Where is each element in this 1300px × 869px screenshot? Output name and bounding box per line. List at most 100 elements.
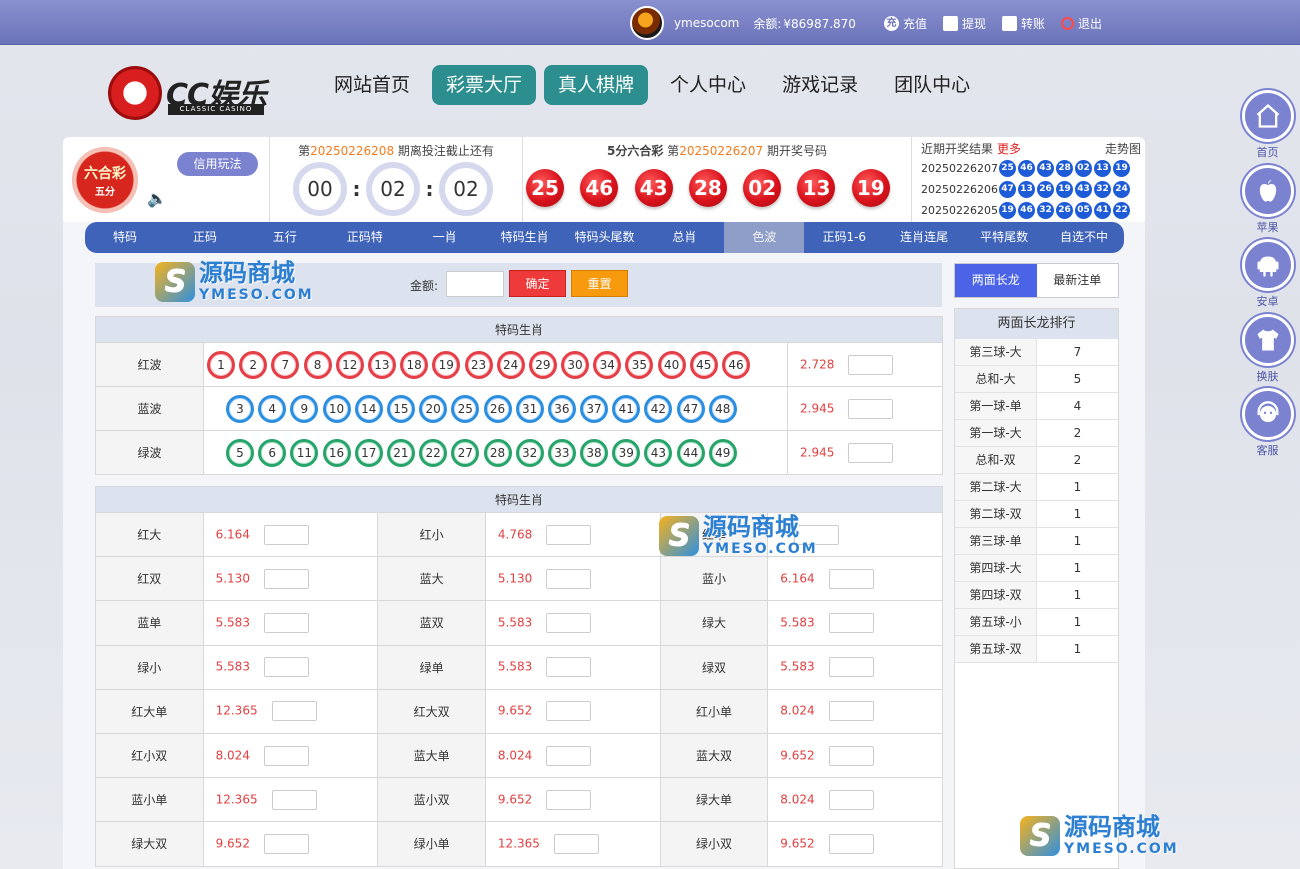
recharge-link[interactable]: 充充值	[883, 15, 927, 32]
recent-rows: 20250226207 25 46 43 28 02 13 19 20250226206 47 13…	[921, 158, 1145, 221]
bet-amount-input[interactable]	[546, 657, 592, 678]
speaker-icon[interactable]: 🔈	[147, 189, 167, 208]
odds-value: 6.164	[780, 571, 815, 586]
withdraw-link[interactable]: 提现	[942, 15, 986, 32]
site-logo[interactable]: CC娱乐 CLASSIC CASINO	[108, 66, 268, 120]
ranking-row: 第五球-双 1	[955, 636, 1118, 663]
bet-amount-input[interactable]	[828, 789, 874, 810]
bet-amount-input[interactable]	[828, 745, 874, 766]
ranking-name: 第五球-双	[955, 636, 1037, 662]
bet-amount-input[interactable]	[271, 789, 317, 810]
odds-value: 2.945	[800, 401, 835, 415]
float-label: 安卓	[1256, 295, 1279, 308]
float-service[interactable]: 客服	[1240, 388, 1295, 463]
bet-amount-input[interactable]	[271, 701, 317, 722]
odds-cell: 5.583	[202, 600, 379, 646]
logo-tagline: CLASSIC CASINO	[168, 104, 264, 115]
transfer-label: 转账	[1020, 16, 1045, 31]
tab-play-type[interactable]: 自选不中	[1044, 222, 1124, 253]
table-title: 特码生肖	[95, 486, 943, 513]
number-ball: 2	[239, 350, 268, 379]
more-link[interactable]: 更多	[997, 142, 1021, 156]
logout-label: 退出	[1077, 16, 1102, 31]
bet-amount-input[interactable]	[848, 442, 894, 463]
bet-amount-input[interactable]	[546, 612, 592, 633]
bet-amount-input[interactable]	[828, 657, 874, 678]
bet-amount-input[interactable]	[263, 657, 309, 678]
bet-amount-input[interactable]	[546, 524, 592, 545]
bet-amount-input[interactable]	[828, 701, 874, 722]
number-ball: 3	[226, 394, 254, 423]
lottery-logo: 六合彩 五分	[72, 147, 138, 213]
odds-value: 5.583	[215, 659, 250, 674]
bet-label: 蓝小	[659, 556, 769, 602]
ranking-count: 1	[1073, 615, 1082, 629]
tab-play-type[interactable]: 正码	[165, 222, 245, 253]
tab-play-type[interactable]: 特码	[85, 222, 165, 253]
colon: :	[352, 177, 361, 201]
float-apple[interactable]: 苹果	[1240, 164, 1295, 240]
ranking-count: 4	[1073, 399, 1082, 413]
nav-team[interactable]: 团队中心	[880, 65, 984, 105]
bet-amount-input[interactable]	[263, 524, 309, 545]
amount-input[interactable]	[446, 271, 504, 297]
tab-play-type[interactable]: 特码头尾数	[565, 222, 645, 253]
bet-amount-input[interactable]	[546, 568, 592, 589]
tab-play-type[interactable]: 总肖	[644, 222, 724, 253]
bet-amount-input[interactable]	[263, 745, 309, 766]
bet-amount-input[interactable]	[263, 612, 309, 633]
bet-amount-input[interactable]	[848, 354, 894, 375]
tab-play-type[interactable]: 正码特	[325, 222, 405, 253]
float-home[interactable]: 首页	[1240, 90, 1295, 165]
number-ball: 23	[464, 350, 493, 379]
logout-link[interactable]: 退出	[1060, 15, 1102, 32]
bet-amount-input[interactable]	[828, 612, 874, 633]
confirm-button[interactable]: 确定	[509, 270, 566, 297]
nav-home[interactable]: 网站首页	[320, 65, 424, 105]
float-android[interactable]: 安卓	[1240, 239, 1295, 314]
bet-amount-input[interactable]	[546, 701, 592, 722]
bet-amount-input[interactable]	[263, 568, 309, 589]
draw-ball: 46	[580, 169, 619, 207]
number-ball: 9	[290, 394, 319, 423]
nav-game-records[interactable]: 游戏记录	[768, 65, 872, 105]
main-nav: 网站首页 彩票大厅 真人棋牌 个人中心 游戏记录 团队中心	[320, 64, 992, 106]
tab-play-type[interactable]: 连肖连尾	[884, 222, 964, 253]
tab-long-dragon[interactable]: 两面长龙	[955, 264, 1037, 297]
table-row: 红大单 12.365 红大双 9.652 红小单 8.024	[95, 688, 943, 734]
ranking-row: 总和-大 5	[955, 366, 1118, 393]
nav-live-casino[interactable]: 真人棋牌	[544, 65, 649, 105]
ranking-row: 第二球-大 1	[955, 474, 1118, 501]
reset-button[interactable]: 重置	[571, 270, 628, 297]
transfer-link[interactable]: 转账	[1001, 15, 1045, 32]
bet-amount-input[interactable]	[546, 789, 592, 810]
ranking-name: 第四球-双	[955, 582, 1037, 608]
tab-latest-bets[interactable]: 最新注单	[1037, 264, 1119, 297]
bet-amount-input[interactable]	[553, 833, 599, 854]
number-ball: 47	[676, 394, 705, 423]
bet-amount-input[interactable]	[848, 398, 894, 419]
tab-play-type[interactable]: 正码1-6	[804, 222, 884, 253]
android-icon	[1241, 239, 1294, 291]
tab-play-type[interactable]: 一肖	[405, 222, 485, 253]
nav-lottery[interactable]: 彩票大厅	[432, 65, 537, 105]
trend-link[interactable]: 走势图	[1105, 140, 1141, 158]
number-ball: 17	[354, 438, 383, 467]
bet-amount-input[interactable]	[263, 833, 309, 854]
tab-play-type[interactable]: 色波	[724, 222, 805, 253]
bet-amount-input[interactable]	[546, 745, 592, 766]
tab-play-type[interactable]: 特码生肖	[485, 222, 565, 253]
ranking-name: 第三球-大	[955, 339, 1037, 365]
draw-period: 20250226207	[679, 144, 764, 158]
bet-label: 绿单	[377, 644, 486, 690]
bet-amount-input[interactable]	[828, 568, 874, 589]
wave-balls: 1 2 7 8 12 13 18 19 23 24 29 30 34 35 40 45 46	[203, 342, 788, 387]
nav-profile[interactable]: 个人中心	[656, 65, 760, 105]
headset-icon	[1241, 388, 1294, 440]
tab-play-type[interactable]: 五行	[245, 222, 325, 253]
float-skin[interactable]: 换肤	[1240, 313, 1295, 389]
credit-play-button[interactable]: 信用玩法	[177, 152, 258, 176]
bet-amount-input[interactable]	[828, 833, 874, 854]
tab-play-type[interactable]: 平特尾数	[964, 222, 1044, 253]
avatar[interactable]	[629, 6, 664, 40]
